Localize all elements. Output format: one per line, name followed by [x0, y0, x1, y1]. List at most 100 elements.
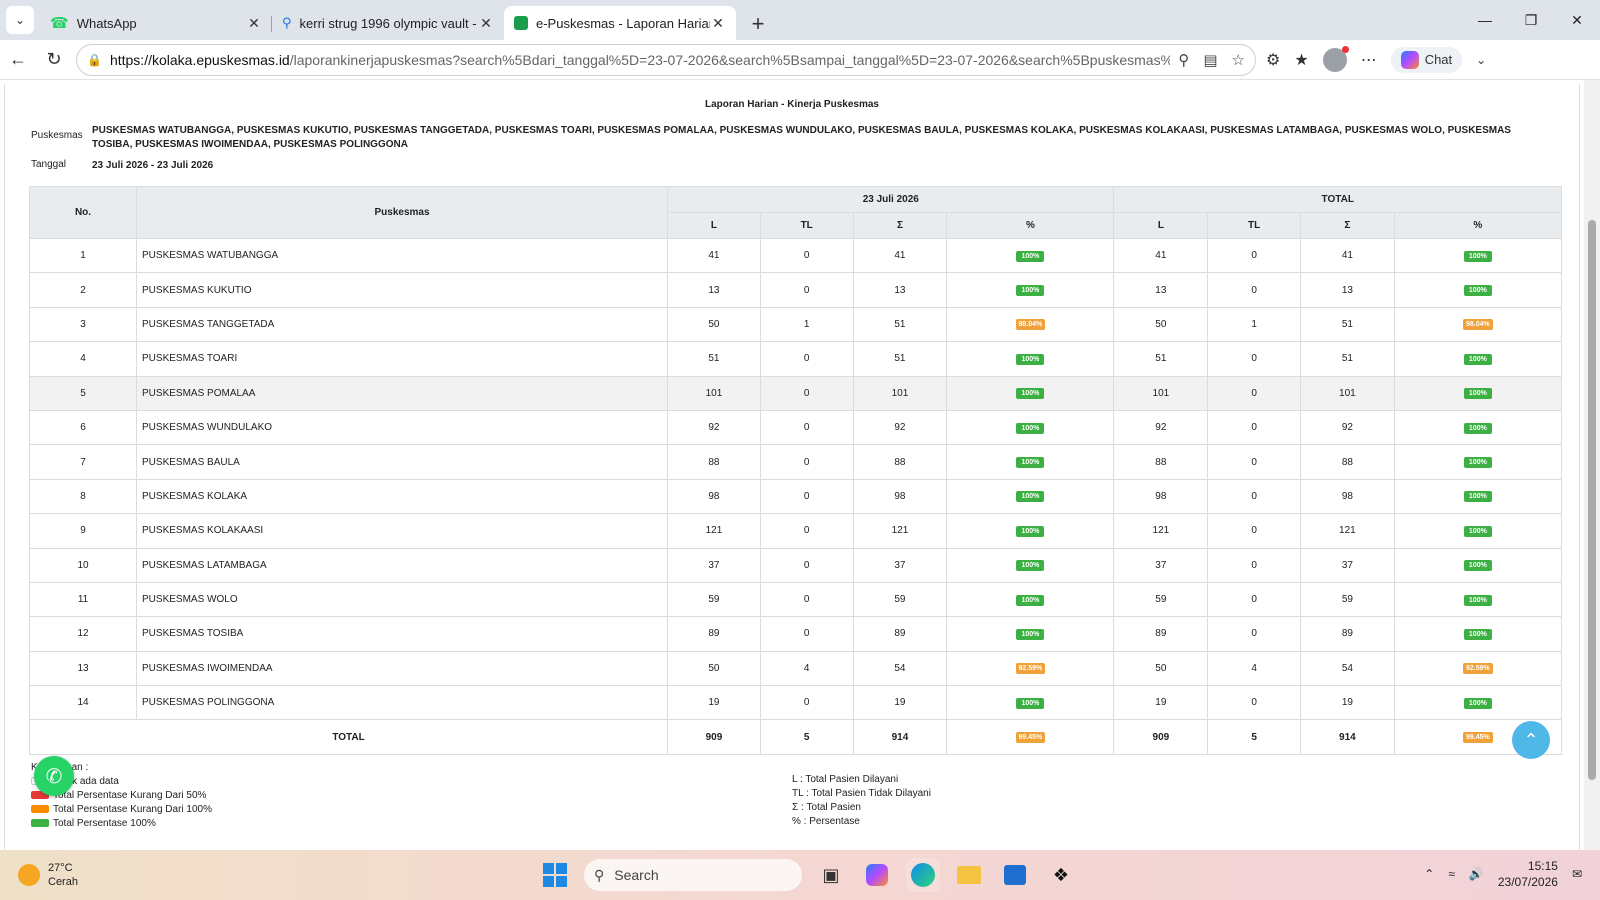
tab-search[interactable]: ⚲ kerri strug 1996 olympic vault - Se ✕ — [272, 6, 504, 40]
taskbar-search[interactable]: ⚲ Search — [584, 859, 802, 891]
row-total-percent-badge: 98.04% — [1463, 319, 1493, 331]
chevron-down-icon[interactable]: ⌄ — [1476, 53, 1486, 67]
row-no: 10 — [28, 547, 138, 583]
row-no: 9 — [28, 513, 138, 549]
table-row: 12 PUSKESMAS TOSIBA 89 0 89 100% 89 0 89 100% — [28, 616, 1563, 652]
row-sum: 37 — [852, 547, 948, 583]
row-sum: 121 — [852, 513, 948, 549]
volume-icon[interactable]: 🔊 — [1469, 867, 1484, 881]
row-name: PUSKESMAS WOLO — [136, 581, 669, 618]
header-puskesmas: Puskesmas — [136, 186, 669, 239]
dropbox-icon[interactable]: ❖ — [1044, 858, 1078, 892]
report-title: Laporan Harian - Kinerja Puskesmas — [705, 99, 879, 110]
row-total-percent-cell: 100% — [1393, 478, 1563, 515]
close-icon[interactable]: ✕ — [246, 15, 262, 32]
row-total-l: 41 — [1113, 237, 1209, 274]
row-sum: 98 — [852, 478, 948, 515]
wifi-icon[interactable]: ≈ — [1448, 867, 1455, 881]
row-no: 13 — [28, 650, 138, 687]
extensions-icon[interactable]: ⚙ — [1266, 50, 1280, 70]
row-total-l: 101 — [1113, 375, 1209, 411]
back-icon[interactable]: ← — [0, 42, 36, 78]
row-l: 98 — [667, 478, 761, 515]
row-name: PUSKESMAS BAULA — [136, 444, 669, 480]
notification-icon[interactable]: ✉ — [1572, 867, 1582, 881]
header-total-sum: Σ — [1300, 212, 1395, 239]
tab-list-button[interactable]: ⌄ — [6, 6, 34, 34]
row-sum: 41 — [852, 237, 948, 274]
abbrev-item: L : Total Pasien Dilayani — [792, 774, 899, 785]
profile-avatar[interactable] — [1322, 45, 1349, 72]
row-total-sum: 88 — [1300, 444, 1395, 480]
row-total-l: 89 — [1113, 616, 1209, 652]
header-l: L — [667, 212, 761, 239]
url-field[interactable]: 🔒 https://kolaka.epuskesmas.id/laporanki… — [76, 43, 1256, 76]
chevron-up-icon[interactable]: ⌃ — [1424, 867, 1434, 881]
tab-epuskesmas[interactable]: e-Puskesmas - Laporan Harian - Ki ✕ — [504, 6, 736, 40]
copilot-app-icon[interactable] — [860, 858, 894, 892]
tab-whatsapp[interactable]: ☎ WhatsApp ✕ — [40, 6, 272, 40]
row-sum: 89 — [852, 616, 948, 652]
copilot-chat-button[interactable]: Chat — [1390, 46, 1463, 73]
row-percent-badge: 100% — [1016, 285, 1045, 297]
abbrev-item: TL : Total Pasien Tidak Dilayani — [792, 788, 931, 799]
row-total-percent-badge: 100% — [1463, 525, 1492, 537]
close-icon[interactable]: ✕ — [478, 15, 494, 32]
edge-browser-icon[interactable] — [906, 858, 940, 892]
row-total-l: 50 — [1113, 306, 1209, 343]
row-total-percent-cell: 100% — [1393, 616, 1563, 652]
scroll-to-top-button[interactable]: ⌃ — [1512, 721, 1550, 759]
row-name: PUSKESMAS LATAMBAGA — [136, 547, 669, 583]
total-tl: 5 — [759, 719, 854, 756]
favorites-icon[interactable]: ★ — [1294, 50, 1308, 70]
favorite-star-icon[interactable]: ☆ — [1232, 51, 1245, 69]
clock[interactable]: 15:15 23/07/2026 — [1498, 858, 1558, 890]
row-total-tl: 0 — [1207, 685, 1301, 721]
row-tl: 1 — [759, 306, 854, 343]
table-body: 1 PUSKESMAS WATUBANGGA 41 0 41 100% 41 0 41 100% 2… — [28, 237, 1563, 721]
grand-total-l: 909 — [1113, 719, 1209, 756]
zoom-icon[interactable]: ⚲ — [1178, 51, 1189, 69]
row-percent-badge: 100% — [1016, 697, 1045, 709]
row-total-l: 59 — [1113, 581, 1209, 618]
page-scrollbar[interactable] — [1584, 80, 1600, 850]
restore-icon[interactable]: ❐ — [1508, 0, 1554, 40]
total-sum: 914 — [852, 719, 948, 756]
microsoft-store-icon[interactable] — [998, 858, 1032, 892]
row-l: 92 — [667, 409, 761, 446]
row-total-percent-cell: 100% — [1393, 272, 1563, 308]
windows-start-icon[interactable] — [538, 858, 572, 892]
new-tab-button[interactable]: + — [742, 8, 774, 40]
row-l: 59 — [667, 581, 761, 618]
header-total-tl: TL — [1207, 212, 1301, 239]
row-total-l: 50 — [1113, 650, 1209, 687]
minimize-icon[interactable]: — — [1462, 0, 1508, 40]
row-total-l: 92 — [1113, 409, 1209, 446]
row-total-sum: 121 — [1300, 513, 1395, 549]
close-window-icon[interactable]: ✕ — [1554, 0, 1600, 40]
whatsapp-float-button[interactable]: ✆ — [34, 756, 74, 796]
scrollbar-thumb[interactable] — [1588, 220, 1596, 780]
row-total-tl: 0 — [1207, 616, 1301, 652]
more-menu-icon[interactable]: ⋯ — [1361, 50, 1377, 70]
close-icon[interactable]: ✕ — [710, 15, 726, 32]
report-table: No. Puskesmas 23 Juli 2026 TOTAL L TL Σ … — [28, 186, 1563, 756]
row-tl: 0 — [759, 685, 854, 721]
row-percent-badge: 100% — [1016, 457, 1045, 469]
table-row: 2 PUSKESMAS KUKUTIO 13 0 13 100% 13 0 13 100% — [28, 272, 1563, 308]
table-row: 4 PUSKESMAS TOARI 51 0 51 100% 51 0 51 100% — [28, 341, 1563, 377]
weather-widget[interactable]: 27°C Cerah — [18, 861, 78, 889]
row-total-percent-cell: 100% — [1393, 685, 1563, 721]
task-view-icon[interactable]: ▣ — [814, 858, 848, 892]
legend-label: Total Persentase 100% — [53, 817, 156, 829]
reader-view-icon[interactable]: ▤ — [1203, 51, 1217, 69]
row-percent-cell: 100% — [946, 375, 1115, 411]
legend-swatch — [31, 805, 49, 813]
url-text: https://kolaka.epuskesmas.id/laporankine… — [109, 51, 1170, 68]
row-tl: 0 — [759, 272, 854, 308]
refresh-icon[interactable]: ↻ — [36, 42, 72, 78]
file-explorer-icon[interactable] — [952, 858, 986, 892]
row-tl: 0 — [759, 547, 854, 583]
puskesmas-label: Puskesmas — [31, 130, 83, 141]
row-percent-cell: 100% — [946, 444, 1115, 480]
